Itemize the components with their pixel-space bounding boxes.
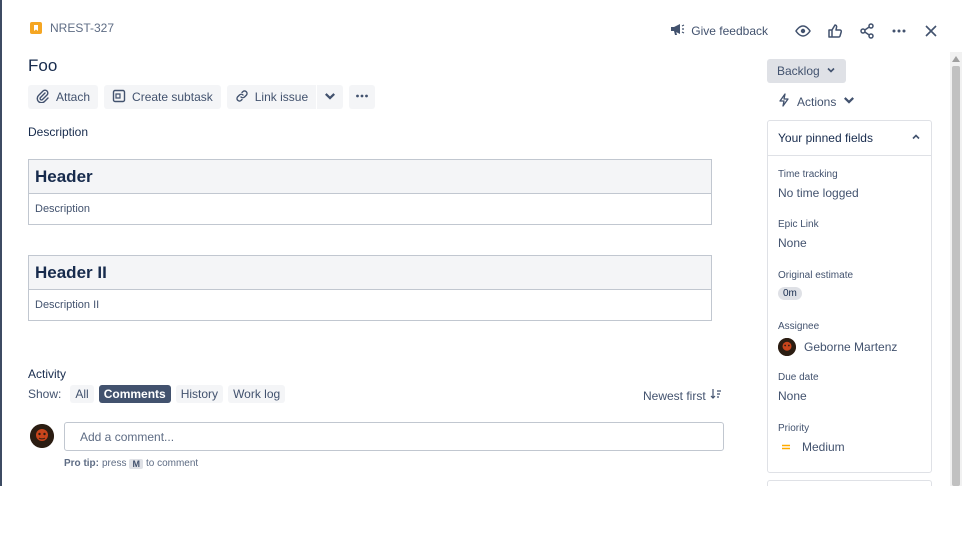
- pinned-fields-panel: Your pinned fields Time tracking No time…: [767, 120, 932, 473]
- field-priority[interactable]: Priority Medium: [778, 423, 845, 454]
- more-options-icon: [355, 89, 369, 106]
- chevron-down-icon: [842, 93, 856, 110]
- field-value-wrap: 0m: [778, 287, 853, 300]
- field-value-wrap: Medium: [778, 440, 845, 454]
- issue-top-actions: Give feedback: [663, 18, 944, 43]
- priority-value: Medium: [802, 440, 845, 454]
- bookmark-icon: [30, 22, 42, 34]
- comment-placeholder: Add a comment...: [80, 429, 175, 444]
- link-issue-group: Link issue: [226, 85, 344, 109]
- attach-label: Attach: [56, 90, 91, 104]
- field-label: Assignee: [778, 321, 820, 332]
- pinned-fields-header[interactable]: Your pinned fields: [768, 121, 931, 156]
- field-label: Due date: [778, 372, 819, 383]
- close-icon[interactable]: [918, 20, 944, 42]
- pro-tip-key: M: [129, 458, 143, 469]
- actions-dropdown[interactable]: Actions: [777, 93, 856, 110]
- filter-history[interactable]: History: [175, 385, 224, 403]
- pro-tip: Pro tip: press M to comment: [64, 458, 198, 469]
- description-table[interactable]: Header Description: [28, 159, 712, 225]
- actions-label: Actions: [797, 94, 837, 109]
- sort-descending-icon: [710, 388, 722, 403]
- issue-key-breadcrumb[interactable]: NREST-327: [30, 21, 114, 35]
- megaphone-icon: [669, 22, 685, 39]
- toolbar-more-button[interactable]: [349, 85, 376, 109]
- assignee-name: Geborne Martenz: [804, 340, 898, 354]
- pro-tip-suffix: to comment: [145, 458, 199, 469]
- subtask-icon: [112, 89, 126, 106]
- field-label: Epic Link: [778, 219, 819, 230]
- chevron-up-icon: [911, 131, 921, 145]
- issue-title[interactable]: Foo: [28, 56, 57, 76]
- issue-toolbar: Attach Create subtask Link issue: [28, 85, 376, 109]
- field-epic-link[interactable]: Epic Link None: [778, 219, 819, 250]
- field-assignee[interactable]: Assignee Geborne Martenz: [778, 321, 897, 356]
- watch-icon[interactable]: [790, 20, 816, 42]
- create-subtask-label: Create subtask: [132, 90, 213, 104]
- issue-view-frame: NREST-327 Give feedback Foo Attach Creat…: [0, 0, 962, 486]
- field-time-tracking[interactable]: Time tracking No time logged: [778, 169, 859, 200]
- current-user-avatar: [30, 424, 54, 448]
- filter-comments[interactable]: Comments: [98, 385, 171, 403]
- activity-heading: Activity: [28, 367, 67, 381]
- sort-label: Newest first: [643, 388, 706, 403]
- more-options-icon[interactable]: [886, 20, 912, 42]
- filter-work-log[interactable]: Work log: [228, 385, 286, 403]
- issue-key[interactable]: NREST-327: [50, 21, 114, 35]
- link-issue-button[interactable]: Link issue: [226, 85, 317, 109]
- show-label: Show:: [28, 387, 62, 401]
- table-header-cell: Header: [29, 160, 711, 194]
- chevron-down-icon: [826, 64, 836, 78]
- filter-all[interactable]: All: [70, 385, 94, 403]
- field-value: None: [778, 236, 807, 250]
- scrollbar-thumb[interactable]: [952, 66, 960, 486]
- pinned-fields-title: Your pinned fields: [778, 131, 873, 145]
- field-label: Original estimate: [778, 270, 854, 281]
- attach-button[interactable]: Attach: [28, 85, 99, 109]
- pro-tip-prefix: Pro tip:: [64, 458, 99, 469]
- table-body-cell: Description: [35, 203, 91, 215]
- sidebar-scrollbar[interactable]: [950, 52, 962, 486]
- link-issue-dropdown[interactable]: [317, 85, 344, 109]
- lightning-icon: [777, 93, 791, 110]
- field-label: Priority: [778, 423, 810, 434]
- priority-medium-icon: [778, 442, 794, 452]
- field-original-estimate[interactable]: Original estimate 0m: [778, 270, 853, 300]
- sort-order-button[interactable]: Newest first: [643, 388, 722, 403]
- table-body-cell: Description II: [35, 299, 100, 311]
- give-feedback-button[interactable]: Give feedback: [663, 18, 774, 43]
- field-due-date[interactable]: Due date None: [778, 372, 819, 403]
- give-feedback-label: Give feedback: [691, 23, 768, 38]
- assignee-avatar: [778, 338, 796, 356]
- link-icon: [235, 89, 249, 106]
- table-header-cell: Header II: [29, 256, 711, 290]
- chevron-down-icon: [323, 89, 337, 106]
- paperclip-icon: [36, 88, 50, 106]
- estimate-lozenge: 0m: [778, 287, 802, 300]
- status-label: Backlog: [777, 64, 820, 78]
- description-label: Description: [28, 125, 89, 139]
- create-subtask-button[interactable]: Create subtask: [104, 85, 221, 109]
- pro-tip-press: press: [102, 458, 127, 469]
- blank-area: [0, 486, 962, 552]
- link-issue-label: Link issue: [254, 90, 309, 104]
- field-value: No time logged: [778, 186, 859, 200]
- activity-filter-row: Show: All Comments History Work log: [28, 385, 286, 403]
- field-value-wrap: Geborne Martenz: [778, 338, 897, 356]
- thumbs-up-icon[interactable]: [822, 20, 848, 42]
- description-table[interactable]: Header II Description II: [28, 255, 712, 321]
- status-dropdown[interactable]: Backlog: [767, 59, 846, 83]
- field-value: None: [778, 389, 807, 403]
- share-icon[interactable]: [854, 20, 880, 42]
- field-label: Time tracking: [778, 169, 838, 180]
- comment-input[interactable]: Add a comment...: [64, 422, 724, 451]
- scroll-up-arrow-icon[interactable]: [950, 56, 962, 64]
